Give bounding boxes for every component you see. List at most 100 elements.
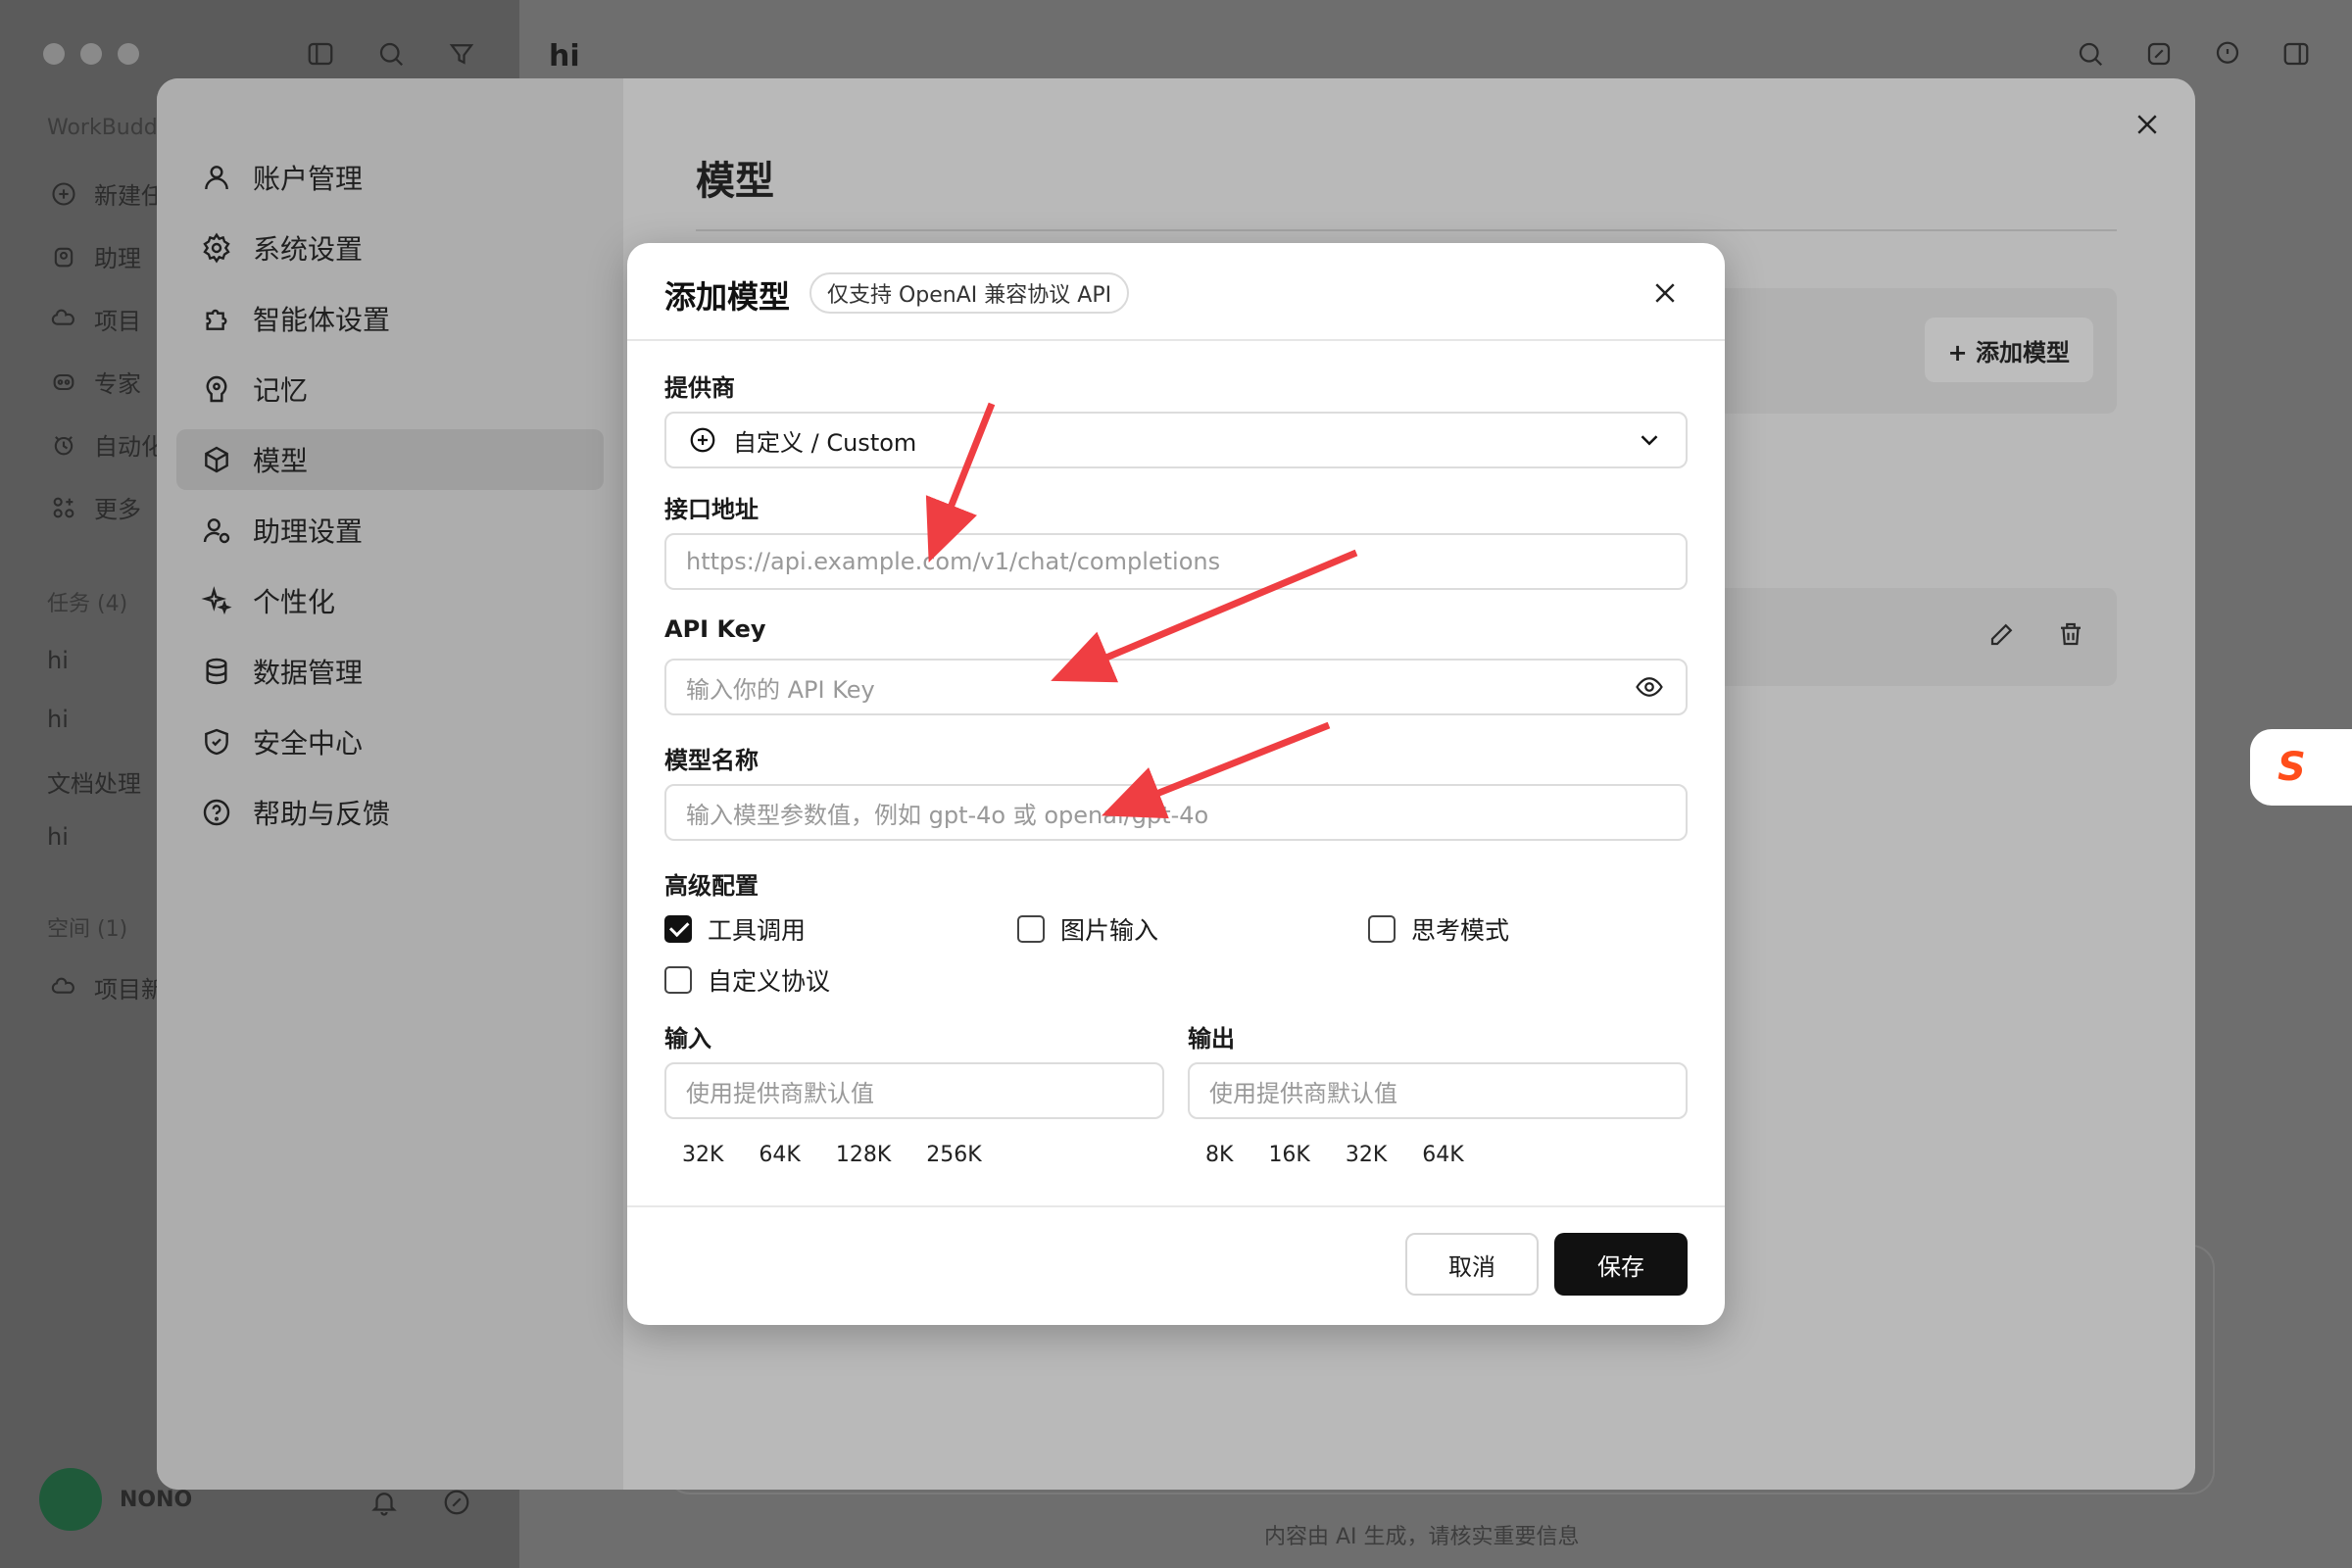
model-item-actions bbox=[1985, 617, 2087, 651]
preset-chip[interactable]: 64K bbox=[1404, 1135, 1481, 1174]
chat-title: hi bbox=[549, 39, 580, 74]
avatar[interactable] bbox=[39, 1468, 102, 1531]
provider-select[interactable]: 自定义 / Custom bbox=[664, 412, 1688, 468]
preset-chip[interactable]: 32K bbox=[1328, 1135, 1404, 1174]
settings-close-icon[interactable] bbox=[2131, 108, 2164, 141]
dialog-title: 添加模型 bbox=[664, 278, 791, 316]
sogou-logo-icon: S bbox=[2278, 745, 2306, 790]
custom-protocol-checkbox[interactable]: 自定义协议 bbox=[664, 962, 830, 998]
automation-icon bbox=[47, 428, 80, 462]
sidebar-item-project[interactable]: 项目 bbox=[47, 302, 141, 336]
protocol-badge: 仅支持 OpenAI 兼容协议 API bbox=[809, 272, 1130, 314]
checkbox-label: 思考模式 bbox=[1411, 916, 1510, 945]
image-input-checkbox[interactable]: 图片输入 bbox=[1017, 911, 1158, 947]
provider-value: 自定义 / Custom bbox=[733, 428, 917, 457]
endpoint-label: 接口地址 bbox=[664, 496, 759, 523]
nav-item-data[interactable]: 数据管理 bbox=[176, 641, 604, 702]
checkbox-label: 工具调用 bbox=[708, 916, 807, 945]
preset-chip[interactable]: 32K bbox=[664, 1135, 741, 1174]
window-controls bbox=[43, 43, 139, 65]
thinking-mode-checkbox[interactable]: 思考模式 bbox=[1368, 911, 1509, 947]
nav-item-personalize[interactable]: 个性化 bbox=[176, 570, 604, 631]
search-icon[interactable] bbox=[374, 37, 408, 71]
sidebar-item-expert[interactable]: 专家 bbox=[47, 365, 141, 399]
sidebar-item-label: 专家 bbox=[94, 370, 141, 398]
task-item[interactable]: hi bbox=[47, 706, 69, 733]
sidebar-item-label: 项目 bbox=[94, 308, 141, 335]
checkbox-unchecked[interactable] bbox=[664, 966, 692, 994]
panel-toggle-icon[interactable] bbox=[2279, 37, 2313, 71]
nav-item-label: 智能体设置 bbox=[253, 304, 391, 336]
add-model-button[interactable]: + 添加模型 bbox=[1924, 318, 2093, 382]
sidebar-item-space-project[interactable]: 项目新 bbox=[47, 970, 165, 1004]
close-window-button[interactable] bbox=[43, 43, 65, 65]
checkbox-unchecked[interactable] bbox=[1368, 915, 1396, 943]
sogou-ime-widget[interactable]: S bbox=[2250, 729, 2352, 806]
space-section-header[interactable]: 空间 (1) bbox=[47, 911, 127, 943]
nav-item-model[interactable]: 模型 bbox=[176, 429, 604, 490]
cube-icon bbox=[200, 443, 233, 476]
task-item[interactable]: hi bbox=[47, 647, 69, 674]
api-key-input[interactable]: 输入你的 API Key bbox=[664, 659, 1688, 715]
preset-chip[interactable]: 256K bbox=[908, 1135, 999, 1174]
chat-bubble-icon[interactable] bbox=[2211, 37, 2244, 71]
output-tokens-field[interactable]: 使用提供商默认值 bbox=[1188, 1062, 1688, 1119]
search-icon[interactable] bbox=[2074, 37, 2107, 71]
brand-name: WorkBudd bbox=[47, 116, 158, 140]
sidebar-item-more[interactable]: 更多 bbox=[47, 490, 141, 524]
cancel-button[interactable]: 取消 bbox=[1405, 1233, 1539, 1296]
sidebar-item-new-task[interactable]: 新建任 bbox=[47, 176, 165, 211]
checkbox-checked[interactable] bbox=[664, 915, 692, 943]
model-name-input[interactable]: 输入模型参数值，例如 gpt-4o 或 openai/gpt-4o bbox=[664, 784, 1688, 841]
edit-icon[interactable] bbox=[1985, 617, 2019, 651]
input-tokens-field[interactable]: 使用提供商默认值 bbox=[664, 1062, 1164, 1119]
nav-item-agent[interactable]: 智能体设置 bbox=[176, 288, 604, 349]
model-name-label: 模型名称 bbox=[664, 747, 759, 774]
sidebar-toggle-icon[interactable] bbox=[304, 37, 337, 71]
preset-chip[interactable]: 64K bbox=[741, 1135, 817, 1174]
maximize-window-button[interactable] bbox=[118, 43, 139, 65]
endpoint-input[interactable]: https://api.example.com/v1/chat/completi… bbox=[664, 533, 1688, 590]
close-icon[interactable] bbox=[1648, 276, 1682, 310]
filter-icon[interactable] bbox=[445, 37, 478, 71]
minimize-window-button[interactable] bbox=[80, 43, 102, 65]
plus-circle-icon bbox=[47, 177, 80, 211]
input-token-presets: 32K 64K 128K 256K bbox=[664, 1135, 1000, 1174]
tool-call-checkbox[interactable]: 工具调用 bbox=[664, 911, 806, 947]
sidebar-item-assistant[interactable]: 助理 bbox=[47, 239, 141, 273]
sidebar-toolbar bbox=[304, 37, 478, 71]
checkbox-unchecked[interactable] bbox=[1017, 915, 1045, 943]
sparkle-icon bbox=[200, 584, 233, 617]
api-key-label: API Key bbox=[664, 615, 766, 643]
nav-item-system[interactable]: 系统设置 bbox=[176, 218, 604, 278]
task-item[interactable]: hi bbox=[47, 823, 69, 851]
nav-item-assistant-settings[interactable]: 助理设置 bbox=[176, 500, 604, 561]
preset-chip[interactable]: 16K bbox=[1250, 1135, 1327, 1174]
checkbox-label: 自定义协议 bbox=[708, 967, 831, 996]
preset-chip[interactable]: 128K bbox=[818, 1135, 908, 1174]
nav-item-memory[interactable]: 记忆 bbox=[176, 359, 604, 419]
title-divider bbox=[696, 229, 2117, 231]
puzzle-icon bbox=[200, 302, 233, 335]
eye-icon[interactable] bbox=[1633, 670, 1666, 704]
ai-disclaimer: 内容由 AI 生成，请核实重要信息 bbox=[1264, 1525, 1580, 1549]
nav-item-security[interactable]: 安全中心 bbox=[176, 711, 604, 772]
preset-chip[interactable]: 8K bbox=[1188, 1135, 1250, 1174]
nav-item-label: 模型 bbox=[253, 445, 309, 477]
bell-icon[interactable] bbox=[368, 1486, 401, 1519]
assistant-icon bbox=[47, 240, 80, 273]
sidebar-item-automation[interactable]: 自动化 bbox=[47, 427, 165, 462]
output-tokens-label: 输出 bbox=[1188, 1025, 1235, 1053]
link-icon[interactable] bbox=[440, 1486, 473, 1519]
trash-icon[interactable] bbox=[2054, 617, 2087, 651]
task-item[interactable]: 文档处理 bbox=[47, 764, 141, 799]
tasks-section-header[interactable]: 任务 (4) bbox=[47, 586, 127, 617]
user-name: NONO bbox=[120, 1487, 193, 1512]
api-key-placeholder: 输入你的 API Key bbox=[686, 675, 875, 704]
input-tokens-label: 输入 bbox=[664, 1025, 711, 1053]
edit-note-icon[interactable] bbox=[2142, 37, 2176, 71]
nav-item-account[interactable]: 账户管理 bbox=[176, 147, 604, 208]
save-button[interactable]: 保存 bbox=[1554, 1233, 1688, 1296]
nav-item-help[interactable]: 帮助与反馈 bbox=[176, 782, 604, 843]
footer-divider bbox=[627, 1205, 1725, 1207]
